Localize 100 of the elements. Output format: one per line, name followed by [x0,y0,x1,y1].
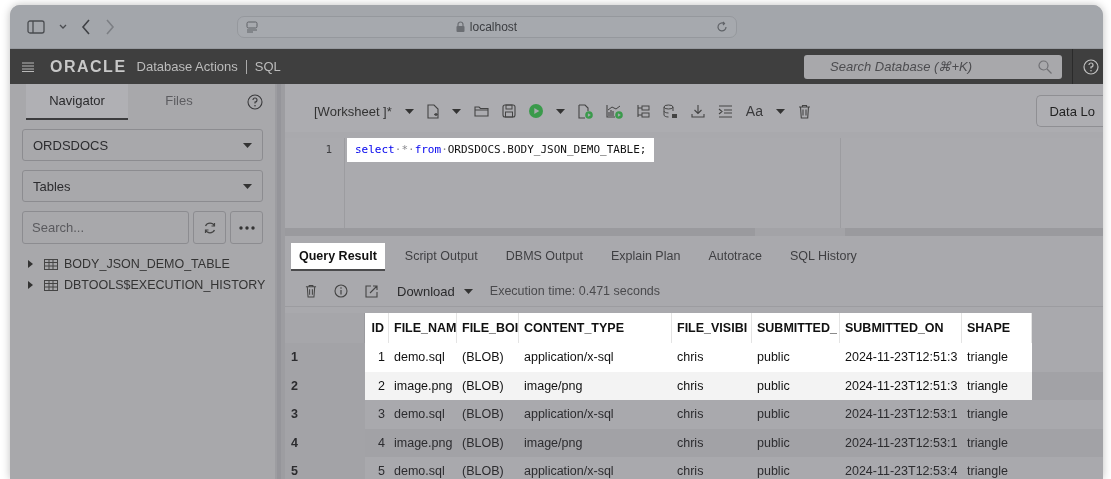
save-icon[interactable] [501,104,516,118]
table-cell: triangle [962,371,1032,400]
table-cell-text: 2024-11-23T12:53:1 [844,434,959,452]
column-header[interactable]: ID [365,313,389,343]
table-cell-text: 2024-11-23T12:53:4 [844,463,959,479]
table-cell: application/x-sql [519,343,672,372]
back-icon[interactable] [81,18,91,35]
column-header[interactable]: FILE_NAM [389,313,457,343]
row-number: 3 [285,400,365,429]
result-tab[interactable]: Script Output [396,243,486,271]
caret-icon[interactable] [463,288,473,294]
sidebar-tab[interactable]: Navigator [26,84,128,120]
tree-icon[interactable] [635,104,650,118]
result-tab[interactable]: Query Result [291,243,385,271]
table-cell: chris [672,343,752,372]
brand-logo: ORACLE [50,57,127,76]
column-header[interactable]: SHAPE [962,313,1032,343]
chevron-down-icon[interactable] [59,23,67,30]
more-button[interactable] [230,211,263,244]
download-icon[interactable] [690,104,705,118]
worksheet-title[interactable]: [Worksheet ]* [314,103,392,119]
schema-dropdown[interactable]: ORDSDOCS [22,129,263,161]
result-tab[interactable]: Explain Plan [602,243,689,271]
info-icon[interactable] [334,284,348,298]
table-cell: public [752,371,840,400]
table-cell-text: image/png [523,434,584,452]
table-cell-text: public [756,406,791,424]
caret-icon [243,142,252,148]
table-cell: image/png [519,371,672,400]
table-cell: demo.sql [389,343,457,372]
external-link-icon[interactable] [365,284,378,298]
object-type-dropdown[interactable]: Tables [22,170,263,202]
table-cell: triangle [962,343,1032,372]
table-cell: (BLOB) [457,371,519,400]
row-number: 1 [285,343,365,372]
database-icon[interactable] [662,103,678,119]
caret-icon[interactable] [555,108,565,114]
caret-icon[interactable] [775,108,785,114]
url-text: localhost [469,19,518,34]
caret-right-icon[interactable] [28,281,34,289]
table-cell: (BLOB) [457,343,519,372]
table-cell-text: triangle [966,406,1009,424]
folder-icon[interactable] [473,105,489,117]
result-tab[interactable]: DBMS Output [497,243,591,271]
table-cell-text: chris [676,463,705,479]
sidebar-toggle-icon[interactable] [27,19,45,34]
table-cell-text: chris [676,434,705,452]
section-name: SQL [254,59,281,74]
table-cell: chris [672,371,752,400]
table-cell-text: public [756,434,791,452]
new-file-icon[interactable] [426,103,439,119]
help-icon[interactable] [247,94,263,110]
table-cell-text: (BLOB) [461,434,505,452]
trash-icon[interactable] [305,284,317,298]
result-tab[interactable]: SQL History [781,243,865,271]
caret-right-icon[interactable] [28,260,34,268]
execution-time: Execution time: 0.471 seconds [489,284,661,298]
reload-icon[interactable] [715,20,728,33]
table-cell-text: public [756,463,791,479]
table-cell-text: triangle [966,434,1009,452]
column-header[interactable]: FILE_BOI [457,313,519,343]
table-cell-text: (BLOB) [461,463,505,479]
help-icon[interactable] [1083,58,1099,75]
column-header[interactable]: FILE_VISIBI [672,313,752,343]
column-header[interactable]: CONTENT_TYPE [519,313,672,343]
table-cell: 2024-11-23T12:51:3 [840,343,962,372]
search-field[interactable]: Search Database (⌘+K) [804,54,1062,79]
page-icon [245,20,258,33]
address-bar[interactable]: localhost [236,15,737,38]
row-number: 5 [285,457,365,479]
product-name: Database Actions [136,59,238,74]
table-cell-text: 5 [377,463,386,479]
tree-item[interactable]: DBTOOLS$EXECUTION_HISTORY [64,278,266,292]
table-cell: 2024-11-23T12:51:3 [840,371,962,400]
column-header[interactable]: SUBMITTED_ON [840,313,962,343]
chart-icon[interactable] [605,103,623,119]
download-menu[interactable]: Download [397,283,455,299]
table-icon [44,258,58,270]
search-icon [1038,59,1052,74]
table-cell-text: triangle [966,463,1009,479]
caret-icon[interactable] [451,108,461,114]
indent-icon[interactable] [717,104,733,118]
run-script-icon[interactable] [577,103,593,119]
table-cell-text: (BLOB) [461,406,505,424]
table-cell: public [752,343,840,372]
search-field[interactable]: Search... [22,211,189,244]
column-header[interactable]: SUBMITTED_ [752,313,840,343]
refresh-button[interactable] [193,211,226,244]
text-size-button[interactable]: Aa [745,103,763,119]
lock-icon [455,21,465,32]
caret-icon [243,183,252,189]
table-cell-text: image.png [393,434,454,452]
tree-item[interactable]: BODY_JSON_DEMO_TABLE [64,257,230,271]
caret-icon[interactable] [404,108,414,114]
data-load-button[interactable]: Data Lo [1036,95,1103,127]
menu-icon[interactable] [22,61,34,72]
trash-icon[interactable] [797,103,811,119]
result-tab[interactable]: Autotrace [700,243,770,271]
table-cell-text: demo.sql [393,406,446,424]
table-cell: 2 [365,371,389,400]
